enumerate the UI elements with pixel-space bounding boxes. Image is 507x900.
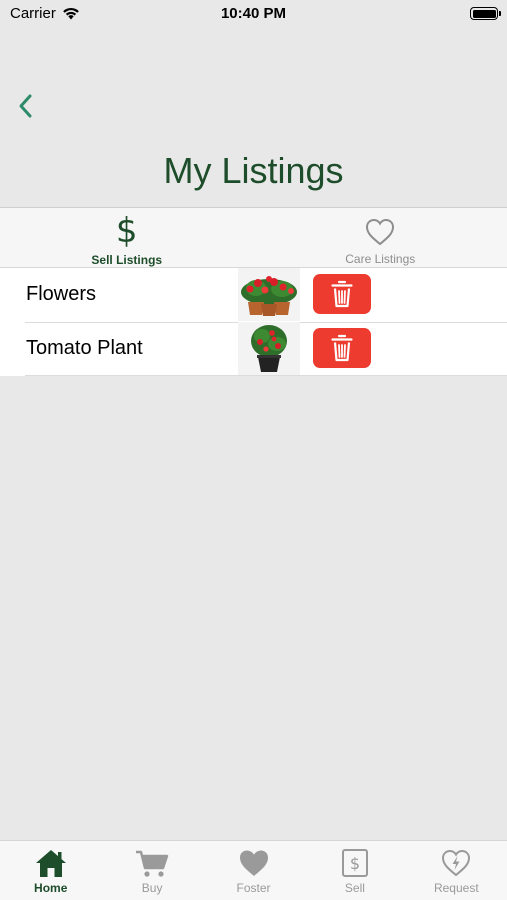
- tab-foster-label: Foster: [236, 881, 271, 895]
- dollar-box-icon: $: [341, 849, 368, 877]
- trash-icon: [331, 280, 353, 308]
- tab-buy[interactable]: Buy: [101, 841, 202, 900]
- tab-home[interactable]: Home: [0, 841, 101, 900]
- cart-icon: [136, 850, 169, 877]
- listing-thumbnail: [238, 268, 300, 321]
- status-time: 10:40 PM: [220, 5, 287, 22]
- svg-text:$: $: [350, 854, 360, 873]
- bottom-tab-bar: Home Buy Foster $ Sell Request: [0, 840, 507, 900]
- list-item[interactable]: Flowers: [0, 268, 507, 322]
- heart-icon: [239, 850, 268, 876]
- back-button[interactable]: [10, 88, 40, 124]
- dollar-sign-icon: $: [115, 211, 138, 251]
- home-icon: [35, 850, 66, 877]
- listing-name: Tomato Plant: [26, 337, 143, 359]
- tab-foster[interactable]: Foster: [203, 841, 304, 900]
- tab-request[interactable]: Request: [406, 841, 507, 900]
- page-title: My Listings: [163, 150, 344, 191]
- tab-sell-listings-label: Sell Listings: [91, 253, 163, 267]
- tab-home-label: Home: [34, 881, 68, 895]
- listing-type-segments: $ Sell Listings Care Listings: [0, 207, 507, 268]
- tab-care-listings[interactable]: Care Listings: [254, 208, 507, 267]
- status-bar: Carrier 10:40 PM: [0, 0, 507, 28]
- battery-icon: [470, 7, 501, 20]
- tab-sell-listings[interactable]: $ Sell Listings: [0, 208, 254, 267]
- tab-sell-label: Sell: [344, 881, 365, 895]
- heart-outline-icon: [366, 218, 395, 246]
- listing-thumbnail: [238, 322, 300, 375]
- tab-care-listings-label: Care Listings: [345, 252, 416, 266]
- list-item[interactable]: Tomato Plant: [0, 322, 507, 376]
- heart-bolt-icon: [442, 849, 471, 877]
- chevron-left-icon: [19, 94, 32, 118]
- trash-icon: [331, 334, 353, 362]
- tab-buy-label: Buy: [141, 881, 163, 895]
- listings-list: Flowers Tomato Plant: [0, 268, 507, 376]
- listing-name: Flowers: [26, 283, 97, 305]
- delete-button[interactable]: [313, 274, 371, 314]
- tab-sell[interactable]: $ Sell: [304, 841, 405, 900]
- delete-button[interactable]: [313, 328, 371, 368]
- tab-request-label: Request: [433, 881, 479, 895]
